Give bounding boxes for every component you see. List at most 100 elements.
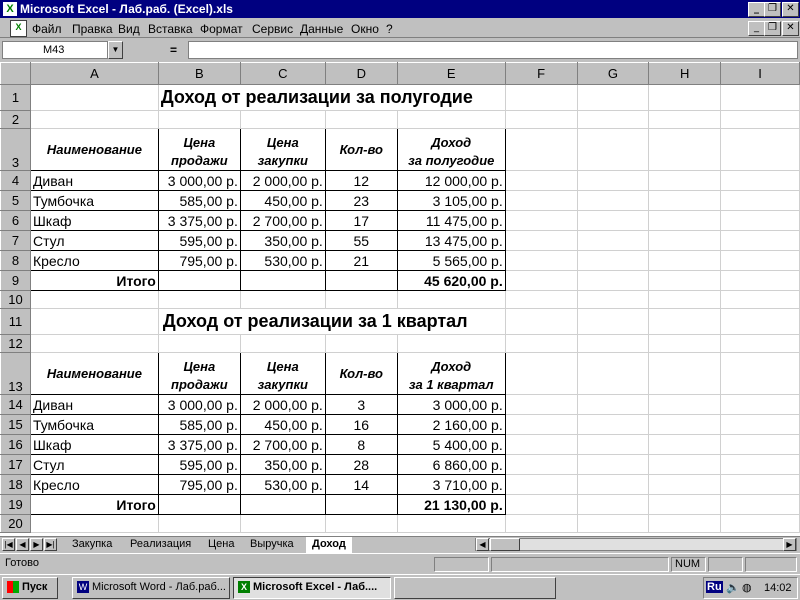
header-cell[interactable]: Кол-во: [324, 128, 398, 171]
cell[interactable]: [720, 308, 800, 335]
cell[interactable]: 16: [324, 414, 398, 435]
cell[interactable]: [577, 414, 650, 435]
cell[interactable]: [577, 434, 650, 455]
restore-button[interactable]: ❐: [764, 2, 781, 17]
header-cell[interactable]: Цена продажи: [157, 352, 241, 395]
table-title[interactable]: Доход от реализации за полугодие: [158, 84, 506, 111]
cell[interactable]: 2 700,00 р.: [239, 210, 326, 231]
sheet-tab-dokhod[interactable]: Доход: [306, 537, 352, 553]
cell[interactable]: [157, 494, 241, 515]
menu-format[interactable]: Формат: [200, 22, 243, 36]
row-header[interactable]: 19: [0, 494, 31, 515]
row-header[interactable]: 9: [0, 270, 31, 291]
menu-file[interactable]: Файл: [32, 22, 62, 36]
cell[interactable]: 585,00 р.: [157, 414, 241, 435]
close-button[interactable]: ✕: [782, 2, 799, 17]
cell[interactable]: [505, 250, 578, 271]
cell[interactable]: [505, 290, 578, 309]
cell[interactable]: 13 475,00 р.: [396, 230, 506, 251]
sheet-tab-tsena[interactable]: Цена: [202, 537, 240, 552]
sheet-tab-realizatsiya[interactable]: Реализация: [124, 537, 197, 552]
header-cell[interactable]: Кол-во: [324, 352, 398, 395]
cell[interactable]: [240, 290, 326, 309]
cell[interactable]: [720, 334, 800, 353]
cell[interactable]: [648, 230, 722, 251]
cell[interactable]: [720, 394, 800, 415]
language-indicator[interactable]: Ru: [706, 581, 723, 593]
speaker-icon[interactable]: 🔈: [726, 581, 740, 594]
cell[interactable]: [505, 270, 578, 291]
cell[interactable]: [720, 414, 800, 435]
row-header[interactable]: 17: [0, 454, 31, 475]
cell[interactable]: [648, 434, 722, 455]
taskbar-word-button[interactable]: W Microsoft Word - Лаб.раб...: [72, 577, 230, 599]
cell[interactable]: 530,00 р.: [239, 250, 326, 271]
cell[interactable]: [240, 110, 326, 129]
row-header[interactable]: 14: [0, 394, 31, 415]
cell[interactable]: [720, 210, 800, 231]
sheet-tab-vyruchka[interactable]: Выручка: [244, 537, 300, 552]
cell[interactable]: [648, 170, 722, 191]
cell[interactable]: [240, 514, 326, 533]
cell[interactable]: 2 160,00 р.: [396, 414, 506, 435]
cell[interactable]: 5 565,00 р.: [396, 250, 506, 271]
header-cell[interactable]: Наименование: [29, 128, 159, 171]
equals-sign[interactable]: =: [170, 43, 177, 57]
cell[interactable]: 21: [324, 250, 398, 271]
cell[interactable]: [577, 394, 650, 415]
cell[interactable]: [505, 334, 578, 353]
cell[interactable]: 55: [324, 230, 398, 251]
prev-sheet-icon[interactable]: ◀: [16, 538, 29, 551]
cell[interactable]: [505, 128, 578, 171]
cell[interactable]: [505, 230, 578, 251]
minimize-button[interactable]: _: [748, 2, 765, 17]
cell[interactable]: 2 700,00 р.: [239, 434, 326, 455]
row-header[interactable]: 3: [0, 128, 31, 171]
cell[interactable]: [30, 84, 159, 111]
cell[interactable]: [577, 190, 650, 211]
row-header[interactable]: 8: [0, 250, 31, 271]
cell[interactable]: 17: [324, 210, 398, 231]
cell[interactable]: [720, 514, 800, 533]
cell[interactable]: [577, 308, 650, 335]
cell[interactable]: 595,00 р.: [157, 454, 241, 475]
chevron-down-icon[interactable]: ▼: [108, 41, 123, 59]
cell[interactable]: [30, 110, 159, 129]
cell[interactable]: [577, 352, 650, 395]
header-cell[interactable]: Наименование: [29, 352, 159, 395]
next-sheet-icon[interactable]: ▶: [30, 538, 43, 551]
horizontal-scrollbar[interactable]: ◀ ▶: [475, 538, 797, 551]
cell[interactable]: [720, 84, 800, 111]
menu-insert[interactable]: Вставка: [148, 22, 193, 36]
cell[interactable]: [577, 474, 650, 495]
cell[interactable]: [325, 334, 398, 353]
row-header[interactable]: 13: [0, 352, 31, 395]
cell[interactable]: Тумбочка: [29, 414, 159, 435]
header-cell[interactable]: Цена закупки: [239, 128, 326, 171]
cell[interactable]: [30, 514, 159, 533]
row-header[interactable]: 6: [0, 210, 31, 231]
cell[interactable]: [325, 514, 398, 533]
menu-edit[interactable]: Правка: [72, 22, 113, 36]
cell[interactable]: [30, 290, 159, 309]
row-header[interactable]: 1: [0, 84, 31, 111]
formula-input[interactable]: [188, 41, 798, 59]
cell[interactable]: [720, 190, 800, 211]
cell[interactable]: [648, 454, 722, 475]
row-header[interactable]: 16: [0, 434, 31, 455]
cell[interactable]: [648, 110, 722, 129]
cell[interactable]: [577, 270, 650, 291]
cell[interactable]: [158, 514, 241, 533]
cell[interactable]: [720, 230, 800, 251]
cell[interactable]: 3 375,00 р.: [157, 434, 241, 455]
cell[interactable]: [505, 210, 578, 231]
cell[interactable]: 5 400,00 р.: [396, 434, 506, 455]
row-header[interactable]: 5: [0, 190, 31, 211]
cell[interactable]: [324, 494, 398, 515]
cell[interactable]: [577, 334, 650, 353]
cell[interactable]: Стул: [29, 454, 159, 475]
cell[interactable]: [648, 270, 722, 291]
cell[interactable]: [157, 270, 241, 291]
column-header[interactable]: A: [29, 62, 159, 85]
cell[interactable]: [720, 434, 800, 455]
